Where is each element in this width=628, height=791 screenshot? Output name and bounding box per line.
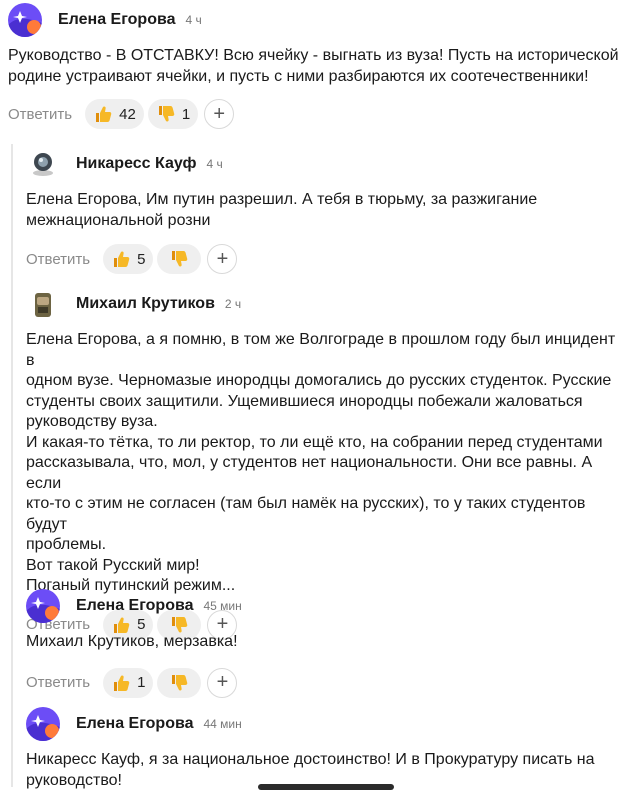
avatar[interactable] xyxy=(26,707,60,741)
dislike-button[interactable] xyxy=(157,667,202,698)
thumbs-down-icon xyxy=(169,673,189,693)
thread-line xyxy=(11,144,13,787)
comment-text: Руководство - В ОТСТАВКУ! Всю ячейку - в… xyxy=(8,47,619,85)
plus-icon: + xyxy=(216,247,229,270)
timestamp: 4 ч xyxy=(206,157,223,171)
like-button[interactable]: 5 xyxy=(103,244,154,274)
comment-actions: Ответить 5 + xyxy=(26,243,622,275)
like-button[interactable]: 42 xyxy=(85,99,144,129)
avatar[interactable] xyxy=(26,589,60,623)
comment-header: Михаил Крутиков 2 ч xyxy=(26,286,622,322)
comment-header: Елена Егорова 4 ч xyxy=(8,2,620,38)
timestamp: 2 ч xyxy=(224,297,242,311)
author-name[interactable]: Елена Егорова xyxy=(58,11,176,29)
timestamp: 4 ч xyxy=(185,13,202,27)
plus-icon: + xyxy=(213,102,225,125)
comment-header: Никаресс Кауф 4 ч xyxy=(26,146,622,182)
avatar[interactable] xyxy=(26,287,60,321)
comment: Никаресс Кауф 4 ч Елена Егорова, Им пути… xyxy=(26,146,622,275)
comment-header: Елена Егорова 44 мин xyxy=(26,706,622,742)
reply-button[interactable]: Ответить xyxy=(26,674,90,691)
thumbs-up-icon xyxy=(93,104,113,124)
thumbs-up-icon xyxy=(111,673,131,693)
reply-button[interactable]: Ответить xyxy=(8,106,72,123)
author-name[interactable]: Елена Егорова xyxy=(76,597,194,615)
like-count: 1 xyxy=(137,674,146,691)
dislike-button[interactable] xyxy=(157,244,202,274)
timestamp: 44 мин xyxy=(203,717,242,731)
comment: Елена Егорова 45 мин Михаил Крутиков, ме… xyxy=(26,588,622,699)
author-name[interactable]: Михаил Крутиков xyxy=(76,295,215,313)
comment-text: Елена Егорова, а я помню, в том же Волго… xyxy=(26,331,616,594)
thumbs-down-icon xyxy=(169,249,189,269)
like-count: 5 xyxy=(137,250,146,268)
author-name[interactable]: Елена Егорова xyxy=(76,715,194,733)
thumbs-down-icon xyxy=(156,104,176,124)
comment: Елена Егорова 4 ч Руководство - В ОТСТАВ… xyxy=(8,2,620,130)
author-name[interactable]: Никаресс Кауф xyxy=(76,155,197,173)
add-reaction-button[interactable]: + xyxy=(204,99,235,129)
comment-text: Михаил Крутиков, мерзавка! xyxy=(26,633,238,650)
like-count: 42 xyxy=(119,105,136,123)
comment-header: Елена Егорова 45 мин xyxy=(26,588,622,624)
dislike-count: 1 xyxy=(181,105,191,123)
dislike-button[interactable]: 1 xyxy=(147,99,199,129)
comment-actions: Ответить 1 + xyxy=(26,667,622,699)
comment-actions: Ответить 42 1 + xyxy=(8,98,620,130)
add-reaction-button[interactable]: + xyxy=(207,244,238,274)
comment-text: Елена Егорова, Им путин разрешил. А тебя… xyxy=(26,191,538,229)
like-button[interactable]: 1 xyxy=(103,667,154,698)
timestamp: 45 мин xyxy=(203,599,242,613)
scroll-indicator xyxy=(258,784,394,790)
comment: Елена Егорова 44 мин Никаресс Кауф, я за… xyxy=(26,706,622,791)
avatar[interactable] xyxy=(8,3,42,37)
plus-icon: + xyxy=(216,671,229,693)
thumbs-up-icon xyxy=(111,249,131,269)
reply-button[interactable]: Ответить xyxy=(26,251,90,268)
avatar[interactable] xyxy=(26,147,60,181)
add-reaction-button[interactable]: + xyxy=(207,667,238,698)
